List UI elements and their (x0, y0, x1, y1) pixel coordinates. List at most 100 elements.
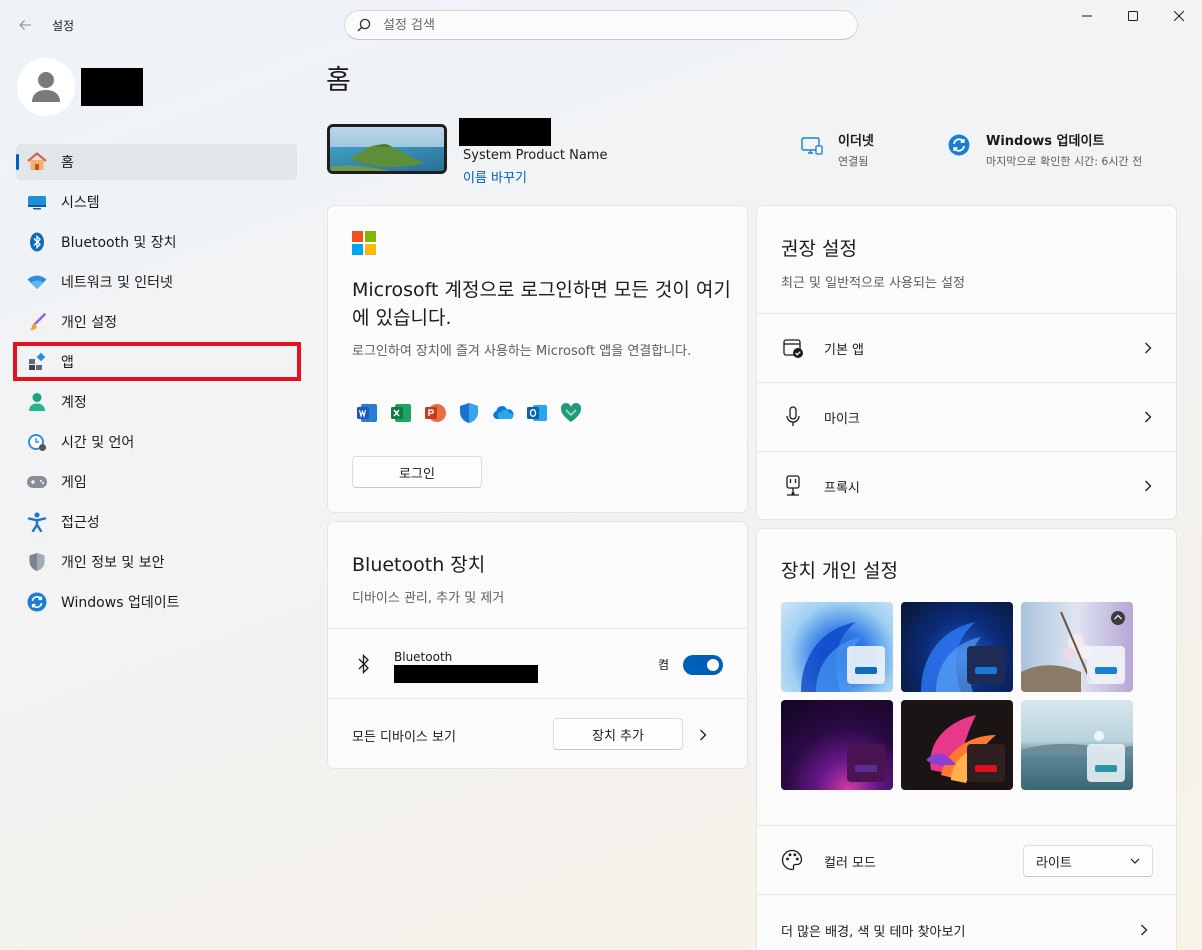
sidebar-item-label: Bluetooth 및 장치 (61, 235, 177, 251)
status-subtitle: 연결됨 (838, 155, 869, 168)
sidebar-item-time-language[interactable]: 시간 및 언어 (16, 424, 297, 460)
accent-swatch (975, 765, 997, 772)
theme-thumbnail[interactable] (781, 602, 893, 692)
recommended-item-microphone[interactable]: 마이크 (757, 383, 1176, 451)
theme-thumbnail[interactable] (901, 602, 1013, 692)
family-icon (560, 403, 582, 422)
account-icon (26, 391, 48, 413)
sidebar-item-accounts[interactable]: 계정 (16, 384, 297, 420)
microphone-icon (781, 405, 805, 429)
outlook-icon (527, 405, 547, 421)
bluetooth-icon (358, 653, 369, 675)
sidebar-item-windows-update[interactable]: Windows 업데이트 (16, 584, 297, 620)
recommended-settings-card: 권장 설정 최근 및 일반적으로 사용되는 설정 기본 앱 마이크 프록시 (756, 205, 1177, 520)
app-title: 설정 (52, 19, 75, 33)
brush-icon (26, 311, 48, 333)
powerpoint-icon (425, 404, 446, 422)
all-devices-link[interactable]: 모든 디바이스 보기 (352, 726, 456, 745)
sidebar-item-gaming[interactable]: 게임 (16, 464, 297, 500)
windows-update-status[interactable]: Windows 업데이트 마지막으로 확인한 시간: 6시간 전 (948, 130, 1142, 169)
chevron-right-icon (1144, 408, 1152, 427)
login-button[interactable]: 로그인 (352, 456, 482, 488)
device-thumbnail (327, 124, 447, 174)
minimize-button[interactable] (1064, 0, 1110, 32)
update-icon (26, 591, 48, 613)
recommended-item-label: 마이크 (824, 411, 860, 427)
sidebar-item-network[interactable]: 네트워크 및 인터넷 (16, 264, 297, 300)
sidebar-item-home[interactable]: 홈 (16, 144, 297, 180)
divider (328, 628, 747, 629)
time-language-icon (26, 431, 48, 453)
avatar[interactable] (17, 58, 75, 116)
bluetooth-devices-card: Bluetooth 장치 디바이스 관리, 추가 및 제거 Bluetooth … (327, 521, 748, 769)
sidebar-item-label: 게임 (61, 475, 87, 491)
bluetooth-toggle[interactable] (683, 655, 723, 675)
microsoft-account-card: Microsoft 계정으로 로그인하면 모든 것이 여기에 있습니다. 로그인… (327, 205, 748, 513)
theme-thumbnail[interactable] (901, 700, 1013, 790)
close-button[interactable] (1156, 0, 1202, 32)
palette-icon (781, 849, 803, 875)
status-title: 이더넷 (838, 134, 874, 149)
accessibility-icon (26, 511, 48, 533)
chevron-right-icon (1144, 477, 1152, 496)
wifi-icon (26, 271, 48, 293)
divider (757, 894, 1176, 895)
maximize-icon (1128, 11, 1138, 21)
window-controls (1064, 0, 1202, 32)
gamepad-icon (26, 471, 48, 493)
maximize-button[interactable] (1110, 0, 1156, 32)
rename-link[interactable]: 이름 바꾸기 (463, 167, 527, 186)
user-icon (32, 72, 60, 102)
arrow-left-icon (19, 20, 31, 30)
minimize-icon (1082, 15, 1092, 17)
update-icon (948, 134, 972, 158)
theme-thumbnail[interactable] (1021, 602, 1133, 692)
theme-thumbnail[interactable] (781, 700, 893, 790)
bluetooth-toggle-label: 켬 (658, 658, 670, 672)
chevron-right-icon[interactable] (696, 728, 710, 742)
microsoft-logo-icon (352, 231, 376, 255)
sidebar-item-bluetooth[interactable]: Bluetooth 및 장치 (16, 224, 297, 260)
chevron-right-icon[interactable] (1137, 923, 1151, 937)
page-title: 홈 (326, 65, 351, 96)
bluetooth-device-redacted (394, 665, 538, 683)
ethernet-icon (800, 134, 824, 158)
device-personalization-card: 장치 개인 설정 컬러 모드 라이트 더 많은 배경, 색 및 테마 찾아보기 (756, 528, 1177, 950)
device-name-redacted (459, 118, 551, 146)
accent-swatch (855, 667, 877, 674)
color-mode-select[interactable]: 라이트 (1023, 845, 1153, 877)
defender-icon (460, 403, 478, 423)
system-icon (26, 191, 48, 213)
recommended-item-default-apps[interactable]: 기본 앱 (757, 314, 1176, 382)
ms-card-heading: Microsoft 계정으로 로그인하면 모든 것이 여기에 있습니다. (352, 279, 731, 329)
bluetooth-card-subtitle: 디바이스 관리, 추가 및 제거 (352, 591, 505, 606)
chevron-right-icon (1144, 339, 1152, 358)
sidebar-item-accessibility[interactable]: 접근성 (16, 504, 297, 540)
theme-grid (781, 602, 1133, 790)
more-themes-link[interactable]: 더 많은 배경, 색 및 테마 찾아보기 (781, 921, 965, 940)
search-box[interactable] (344, 10, 858, 40)
sidebar-item-label: 접근성 (61, 515, 100, 531)
bluetooth-icon (26, 231, 48, 253)
add-device-button[interactable]: 장치 추가 (553, 718, 683, 750)
title-bar: 설정 (0, 0, 1202, 48)
ethernet-status[interactable]: 이더넷 연결됨 (800, 130, 874, 169)
status-subtitle: 마지막으로 확인한 시간: 6시간 전 (986, 155, 1143, 168)
back-button[interactable] (10, 10, 40, 40)
default-apps-icon (781, 336, 805, 360)
sidebar-item-label: 개인 정보 및 보안 (61, 555, 165, 571)
theme-thumbnail[interactable] (1021, 700, 1133, 790)
word-icon (357, 404, 377, 422)
chevron-down-icon (1130, 858, 1140, 864)
accent-swatch (855, 765, 877, 772)
search-input[interactable] (383, 17, 823, 33)
sidebar-item-privacy[interactable]: 개인 정보 및 보안 (16, 544, 297, 580)
status-title: Windows 업데이트 (986, 134, 1105, 149)
sidebar-item-label: 시스템 (61, 195, 100, 211)
product-name: System Product Name (463, 148, 608, 163)
sidebar-item-label: 시간 및 언어 (61, 435, 135, 451)
personalization-card-title: 장치 개인 설정 (781, 560, 898, 582)
sidebar-item-system[interactable]: 시스템 (16, 184, 297, 220)
sidebar-item-personalization[interactable]: 개인 설정 (16, 304, 297, 340)
recommended-item-proxy[interactable]: 프록시 (757, 452, 1176, 519)
